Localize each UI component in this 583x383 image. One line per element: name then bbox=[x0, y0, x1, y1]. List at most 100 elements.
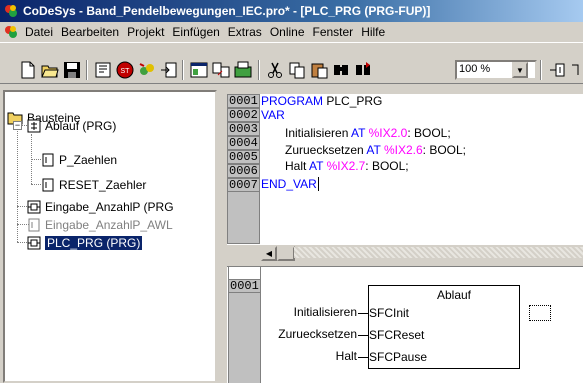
scroll-thumb[interactable] bbox=[277, 246, 295, 261]
text-cursor bbox=[317, 177, 319, 191]
build-icon bbox=[95, 62, 111, 78]
scrollbar-track[interactable] bbox=[294, 247, 583, 258]
cut-icon bbox=[268, 62, 282, 78]
variable-name: Initialisieren bbox=[285, 126, 349, 140]
vertical-splitter[interactable] bbox=[217, 90, 227, 383]
window-title: CoDeSys - Band_Pendelbewegungen_IEC.pro*… bbox=[23, 4, 431, 18]
code-line: END_VAR bbox=[261, 177, 319, 191]
address: %IX2.0 bbox=[368, 126, 408, 140]
tree-item-reset-zaehler[interactable]: RESET_Zaehler bbox=[41, 176, 146, 193]
tree-item-label: PLC_PRG (PRG) bbox=[45, 235, 143, 250]
menu-einfuegen[interactable]: Einfügen bbox=[168, 25, 223, 39]
window-button[interactable] bbox=[188, 59, 210, 81]
fbd-pou-icon bbox=[27, 200, 41, 213]
stop-button[interactable]: ST bbox=[114, 59, 136, 81]
variable-name: Zuruecksetzen bbox=[285, 143, 364, 157]
function-block-ablauf[interactable]: Ablauf SFCInit SFCReset SFCPause bbox=[368, 285, 520, 369]
input-variable[interactable]: Initialisieren bbox=[255, 305, 357, 319]
line-number: 0005 bbox=[227, 150, 260, 164]
il-pou-icon bbox=[28, 218, 40, 231]
line-number: 0003 bbox=[227, 122, 260, 136]
menu-bar: Datei Bearbeiten Projekt Einfügen Extras… bbox=[0, 22, 583, 42]
scroll-left-button[interactable]: ◀ bbox=[261, 246, 277, 261]
output-placeholder[interactable] bbox=[529, 305, 551, 321]
find-next-button[interactable] bbox=[352, 59, 374, 81]
chevron-down-icon: ▼ bbox=[516, 65, 524, 75]
line-number: 0004 bbox=[227, 136, 260, 150]
type: : BOOL; bbox=[422, 143, 467, 157]
build-button[interactable] bbox=[92, 59, 114, 81]
window-icon bbox=[190, 62, 208, 78]
cut-button[interactable] bbox=[264, 59, 286, 81]
tree-item-ablauf[interactable]: Ablauf (PRG) bbox=[27, 117, 116, 134]
address: %IX2.7 bbox=[326, 159, 366, 173]
tree-item-label: Eingabe_AnzahlP_AWL bbox=[45, 217, 173, 232]
replace-icon bbox=[234, 61, 252, 78]
save-button[interactable] bbox=[61, 59, 83, 81]
toolbar: ST 100 % ▼ bbox=[0, 42, 583, 84]
zoom-value: 100 % bbox=[459, 63, 491, 75]
tree-item-p-zaehlen[interactable]: P_Zaehlen bbox=[41, 151, 117, 168]
tree-item-label: Eingabe_AnzahlP (PRG bbox=[45, 199, 174, 214]
keyword: END_VAR bbox=[261, 177, 317, 191]
tree-item-label: P_Zaehlen bbox=[59, 152, 118, 167]
action-icon bbox=[42, 153, 54, 166]
menu-bearbeiten[interactable]: Bearbeiten bbox=[57, 25, 123, 39]
collapse-toggle[interactable]: − bbox=[13, 121, 22, 130]
save-icon bbox=[64, 62, 80, 78]
menu-projekt[interactable]: Projekt bbox=[123, 25, 168, 39]
sfc-pou-icon bbox=[27, 119, 41, 132]
address: %IX2.6 bbox=[383, 143, 423, 157]
replace-button[interactable] bbox=[232, 59, 254, 81]
menu-extras[interactable]: Extras bbox=[224, 25, 266, 39]
network-gutter bbox=[228, 267, 261, 279]
insert-box-icon bbox=[550, 63, 565, 77]
title-bar: CoDeSys - Band_Pendelbewegungen_IEC.pro*… bbox=[0, 0, 583, 22]
copy-icon bbox=[289, 62, 305, 79]
new-file-button[interactable] bbox=[17, 59, 39, 81]
input-pin: SFCInit bbox=[369, 306, 410, 320]
wire bbox=[358, 357, 368, 358]
svg-text:ST: ST bbox=[121, 68, 131, 75]
keyword: AT bbox=[366, 143, 381, 157]
zoom-dropdown-arrow[interactable]: ▼ bbox=[512, 62, 528, 78]
type: : BOOL; bbox=[365, 159, 409, 173]
wire bbox=[358, 313, 368, 314]
declaration-editor[interactable]: 0001 PROGRAM PLC_PRG 0002 VAR 0003 Initi… bbox=[227, 94, 583, 244]
line-number: 0002 bbox=[227, 108, 260, 122]
input-variable[interactable]: Zuruecksetzen bbox=[255, 327, 357, 341]
tree-item-plc-prg[interactable]: PLC_PRG (PRG) bbox=[27, 234, 143, 251]
keyword: PROGRAM bbox=[261, 94, 324, 108]
find-button[interactable] bbox=[330, 59, 352, 81]
tree-item-eingabe-anzahlp[interactable]: Eingabe_AnzahlP (PRG bbox=[27, 198, 174, 215]
line-number: 0007 bbox=[227, 178, 260, 192]
tree-item-label: RESET_Zaehler bbox=[59, 177, 147, 192]
paste-button[interactable] bbox=[308, 59, 330, 81]
menu-online[interactable]: Online bbox=[266, 25, 309, 39]
logout-button[interactable] bbox=[158, 59, 180, 81]
object-organizer: Bausteine − Ablauf (PRG) P_Zaehlen RESET… bbox=[3, 90, 217, 383]
menu-fenster[interactable]: Fenster bbox=[309, 25, 358, 39]
toolbar-separator bbox=[540, 60, 542, 80]
fbd-pou-icon bbox=[27, 236, 41, 249]
input-variable[interactable]: Halt bbox=[255, 349, 357, 363]
codesys-app-icon bbox=[5, 5, 17, 17]
document-menu-icon[interactable] bbox=[3, 24, 19, 40]
toolbar-separator bbox=[258, 60, 260, 80]
input-pin: SFCPause bbox=[369, 350, 428, 364]
tree-item-eingabe-anzahlp-awl[interactable]: Eingabe_AnzahlP_AWL bbox=[27, 216, 173, 233]
tree-line bbox=[31, 159, 41, 160]
menu-hilfe[interactable]: Hilfe bbox=[357, 25, 389, 39]
menu-datei[interactable]: Datei bbox=[21, 25, 57, 39]
open-button[interactable] bbox=[39, 59, 61, 81]
input-pin: SFCReset bbox=[369, 328, 425, 342]
insert-box-button[interactable] bbox=[546, 59, 568, 81]
compare-button[interactable] bbox=[210, 59, 232, 81]
insert-output-button[interactable] bbox=[568, 59, 583, 81]
new-file-icon bbox=[21, 61, 35, 79]
copy-button[interactable] bbox=[286, 59, 308, 81]
login-button[interactable] bbox=[136, 59, 158, 81]
keyword: AT bbox=[309, 159, 324, 173]
toolbar-separator bbox=[86, 60, 88, 80]
code-line: Initialisieren AT %IX2.0: BOOL; bbox=[285, 126, 451, 140]
